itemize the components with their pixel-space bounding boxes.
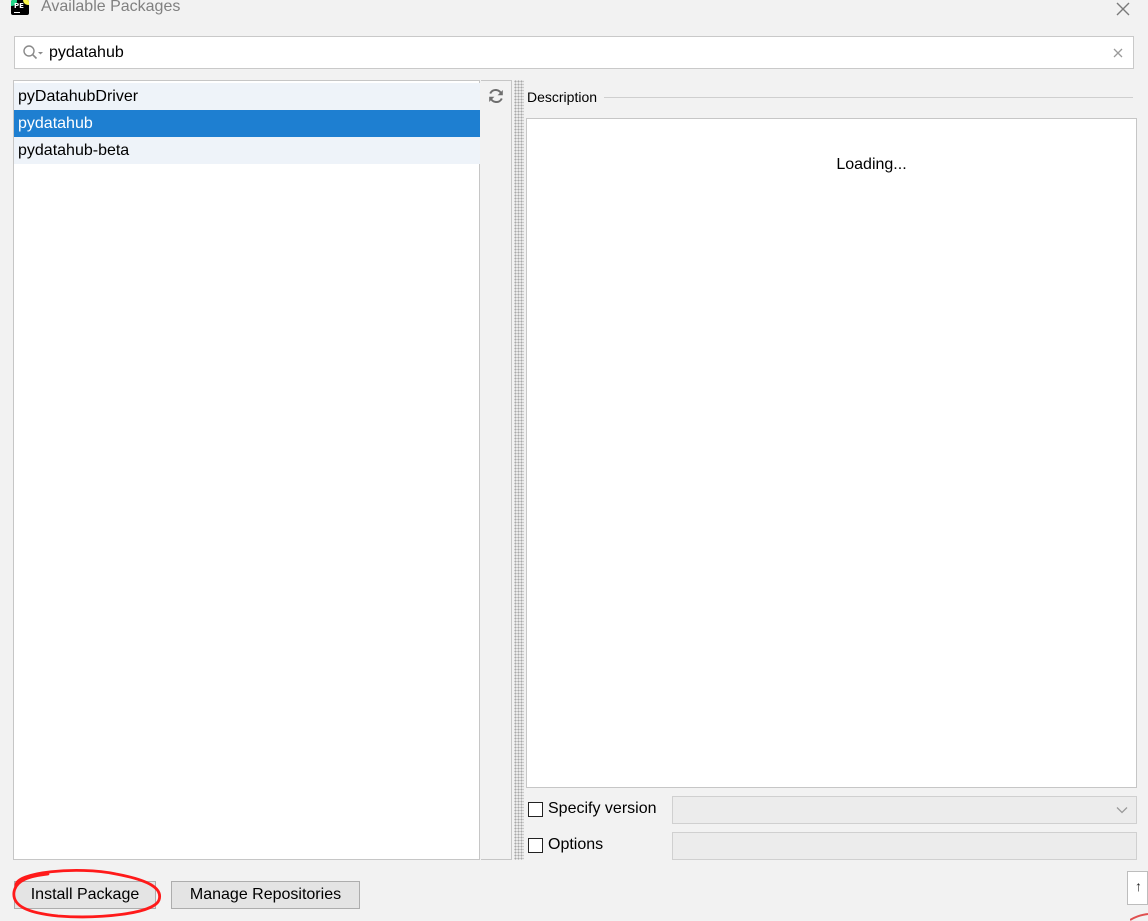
refresh-icon[interactable] bbox=[487, 87, 505, 105]
clear-icon[interactable] bbox=[1110, 45, 1126, 61]
close-icon[interactable] bbox=[1113, 0, 1133, 19]
description-label: Description bbox=[527, 89, 598, 105]
loading-text: Loading... bbox=[836, 156, 907, 173]
package-item-pydatahubdriver[interactable]: pyDatahubDriver bbox=[14, 83, 480, 110]
package-item-pydatahub-beta[interactable]: pydatahub-beta bbox=[14, 137, 480, 164]
specify-version-checkbox[interactable] bbox=[528, 802, 543, 817]
package-item-pydatahub[interactable]: pydatahub bbox=[14, 110, 480, 137]
app-icon-text: PE bbox=[14, 2, 24, 10]
options-field[interactable] bbox=[672, 832, 1137, 860]
arrow-up-icon: ↑ bbox=[1135, 878, 1142, 894]
splitter-handle[interactable] bbox=[514, 80, 524, 860]
search-input[interactable] bbox=[49, 41, 1089, 65]
window-title: Available Packages bbox=[41, 0, 181, 15]
version-select[interactable] bbox=[672, 796, 1137, 824]
search-icon[interactable] bbox=[22, 44, 44, 62]
chevron-down-icon bbox=[1116, 807, 1128, 814]
list-toolbar bbox=[481, 80, 512, 860]
options-label[interactable]: Options bbox=[548, 836, 603, 854]
package-list[interactable]: pyDatahubDriver pydatahub pydatahub-beta bbox=[13, 80, 480, 860]
options-checkbox[interactable] bbox=[528, 838, 543, 853]
description-divider bbox=[604, 97, 1133, 98]
manage-repositories-button[interactable]: Manage Repositories bbox=[171, 881, 360, 909]
red-mark-icon bbox=[1130, 913, 1148, 921]
search-box bbox=[14, 36, 1134, 69]
pycharm-icon: PE bbox=[11, 0, 29, 15]
scroll-to-top-widget[interactable]: ↑ bbox=[1127, 871, 1148, 905]
specify-version-label[interactable]: Specify version bbox=[548, 800, 657, 818]
red-circle-annotation bbox=[12, 869, 161, 919]
description-panel: Loading... bbox=[526, 118, 1137, 788]
